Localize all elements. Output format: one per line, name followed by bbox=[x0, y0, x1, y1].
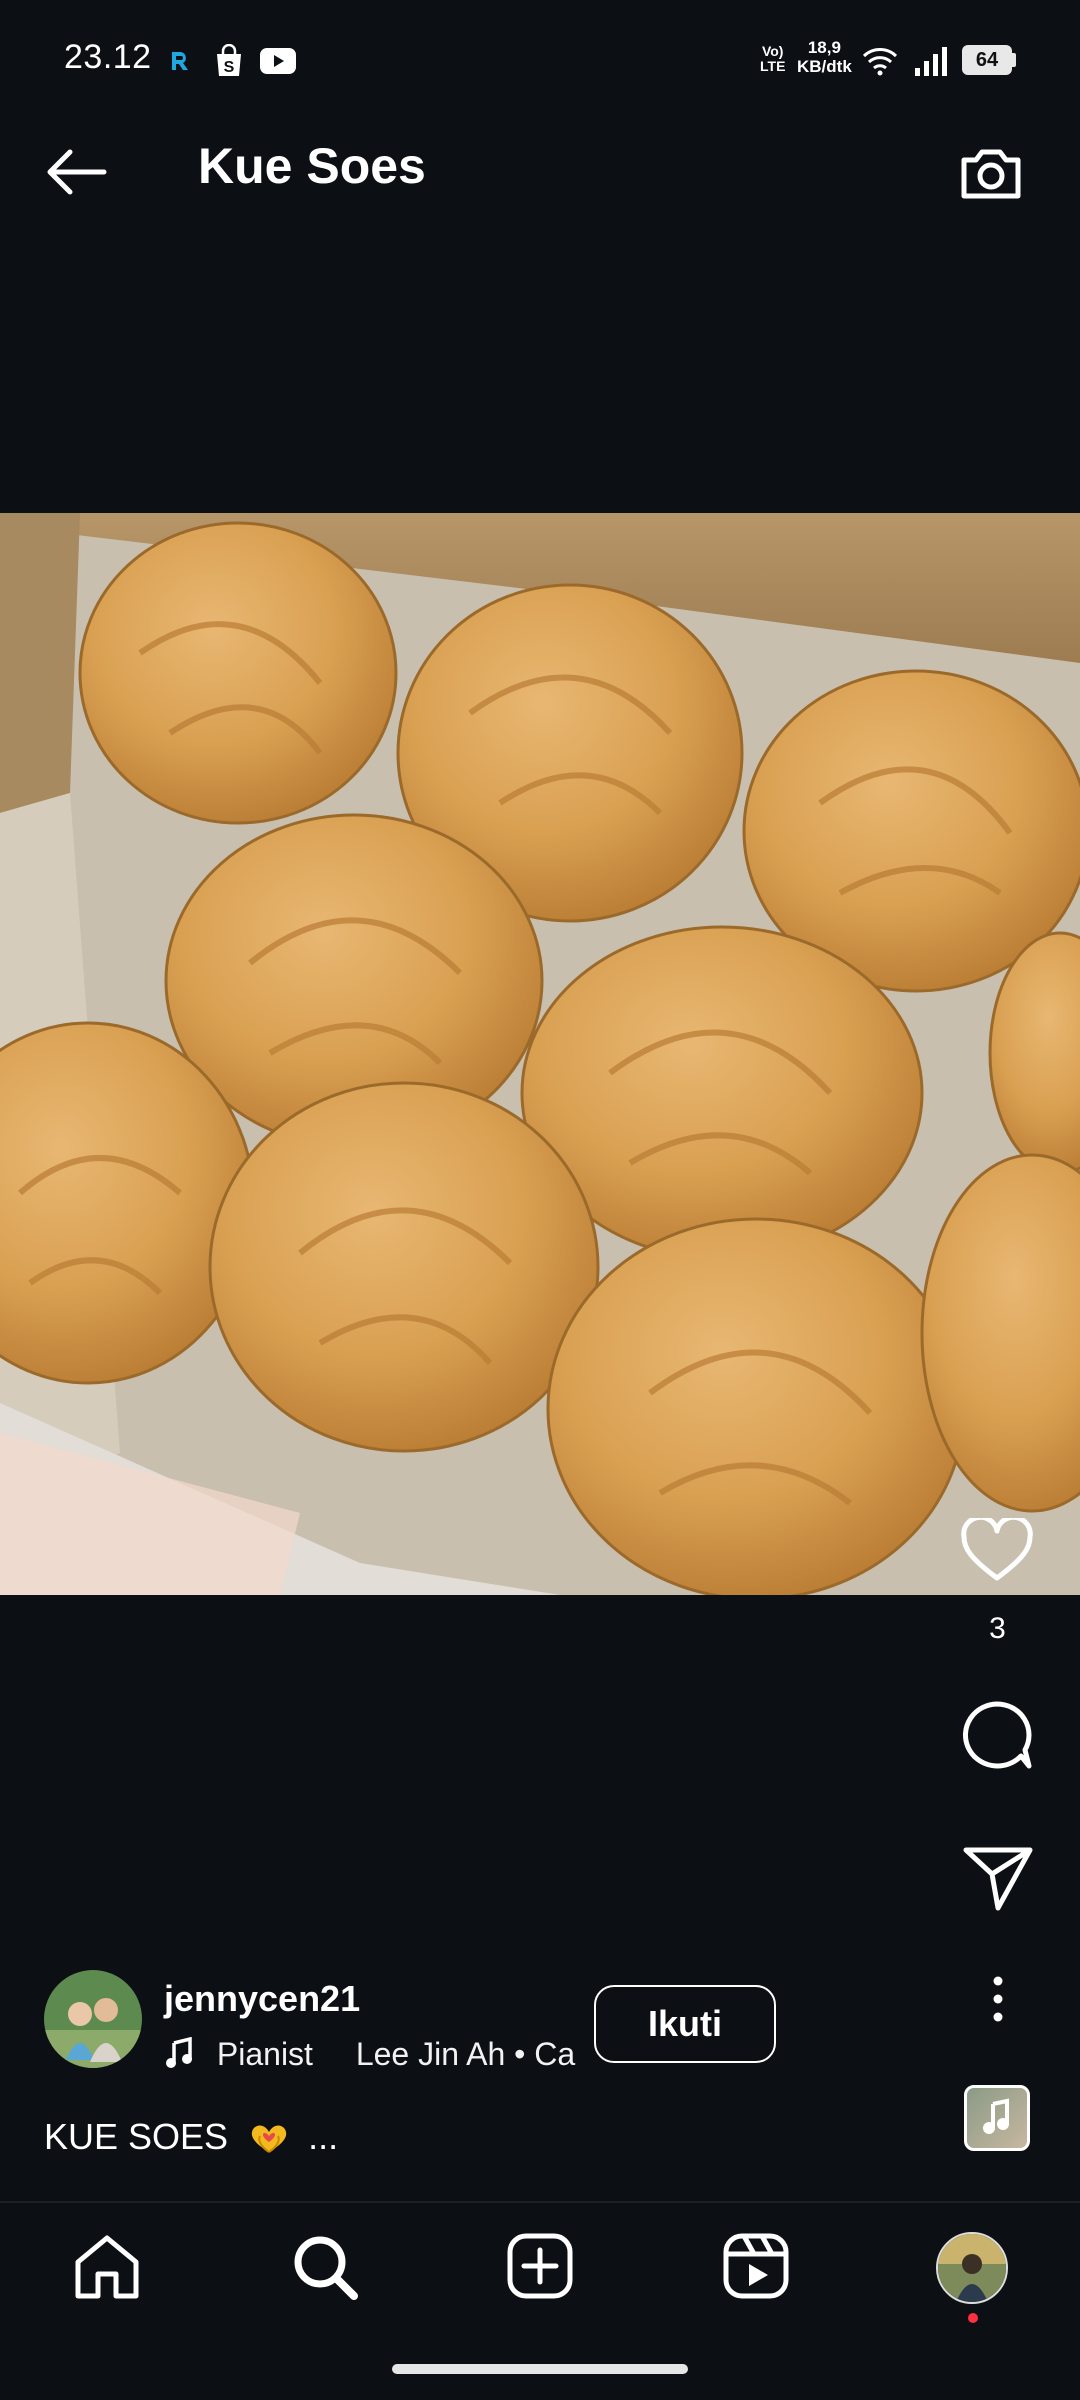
like-count[interactable]: 3 bbox=[960, 1612, 1035, 1646]
status-time: 23.12 bbox=[64, 38, 152, 76]
caption-more[interactable]: ... bbox=[308, 2116, 338, 2157]
signal-icon bbox=[914, 46, 948, 76]
music-note-icon bbox=[983, 2098, 1009, 2134]
author-username[interactable]: jennycen21 bbox=[164, 1978, 360, 2020]
camera-button[interactable] bbox=[956, 142, 1026, 204]
network-speed: 18,9 KB/dtk bbox=[797, 38, 852, 76]
app-notification-icon bbox=[168, 48, 194, 74]
avatar-image bbox=[44, 1970, 142, 2068]
more-options-button[interactable] bbox=[988, 1976, 1008, 2022]
nav-create[interactable] bbox=[506, 2232, 574, 2300]
caption-text: KUE SOES bbox=[44, 2116, 229, 2157]
music-info[interactable]: Pianist Lee Jin Ah • Ca bbox=[164, 2036, 575, 2073]
music-thumbnail[interactable] bbox=[964, 2085, 1030, 2151]
share-button[interactable] bbox=[962, 1844, 1034, 1912]
profile-avatar bbox=[938, 2234, 1006, 2302]
nav-profile[interactable] bbox=[936, 2232, 1008, 2304]
home-indicator[interactable] bbox=[392, 2364, 688, 2374]
music-artist: Lee Jin Ah • Ca bbox=[355, 2036, 576, 2072]
reels-icon bbox=[723, 2233, 789, 2299]
like-button[interactable] bbox=[960, 1518, 1034, 1584]
comment-icon bbox=[963, 1701, 1032, 1769]
volte-indicator: Vo) LTE bbox=[760, 43, 786, 74]
back-button[interactable] bbox=[40, 144, 112, 200]
notification-dot bbox=[968, 2313, 978, 2323]
svg-text:S: S bbox=[224, 59, 235, 76]
comment-button[interactable] bbox=[959, 1698, 1035, 1772]
arrow-left-icon bbox=[47, 149, 107, 195]
youtube-icon bbox=[260, 48, 296, 74]
shopping-bag-icon: S bbox=[214, 44, 244, 78]
search-icon bbox=[294, 2236, 358, 2300]
cream-puffs-image bbox=[0, 513, 1080, 1595]
heart-icon bbox=[961, 1518, 1033, 1581]
author-avatar[interactable] bbox=[44, 1970, 142, 2068]
send-icon bbox=[963, 1847, 1033, 1911]
battery-tip bbox=[1012, 53, 1016, 67]
create-icon bbox=[507, 2233, 573, 2299]
battery-icon: 64 bbox=[962, 45, 1012, 75]
heart-hands-emoji-icon bbox=[246, 2122, 292, 2156]
home-icon bbox=[75, 2235, 139, 2299]
more-vertical-icon bbox=[993, 1976, 1003, 2022]
nav-reels[interactable] bbox=[722, 2232, 790, 2300]
post-photo[interactable] bbox=[0, 513, 1080, 1595]
wifi-icon bbox=[862, 46, 898, 76]
camera-icon bbox=[961, 149, 1021, 199]
page-title: Kue Soes bbox=[198, 138, 426, 194]
post-caption[interactable]: KUE SOES ... bbox=[44, 2116, 338, 2158]
follow-button[interactable]: Ikuti bbox=[594, 1985, 776, 2063]
music-note-icon bbox=[164, 2037, 194, 2069]
nav-home[interactable] bbox=[72, 2234, 142, 2300]
music-title: Pianist bbox=[216, 2036, 313, 2072]
nav-search[interactable] bbox=[290, 2232, 360, 2302]
